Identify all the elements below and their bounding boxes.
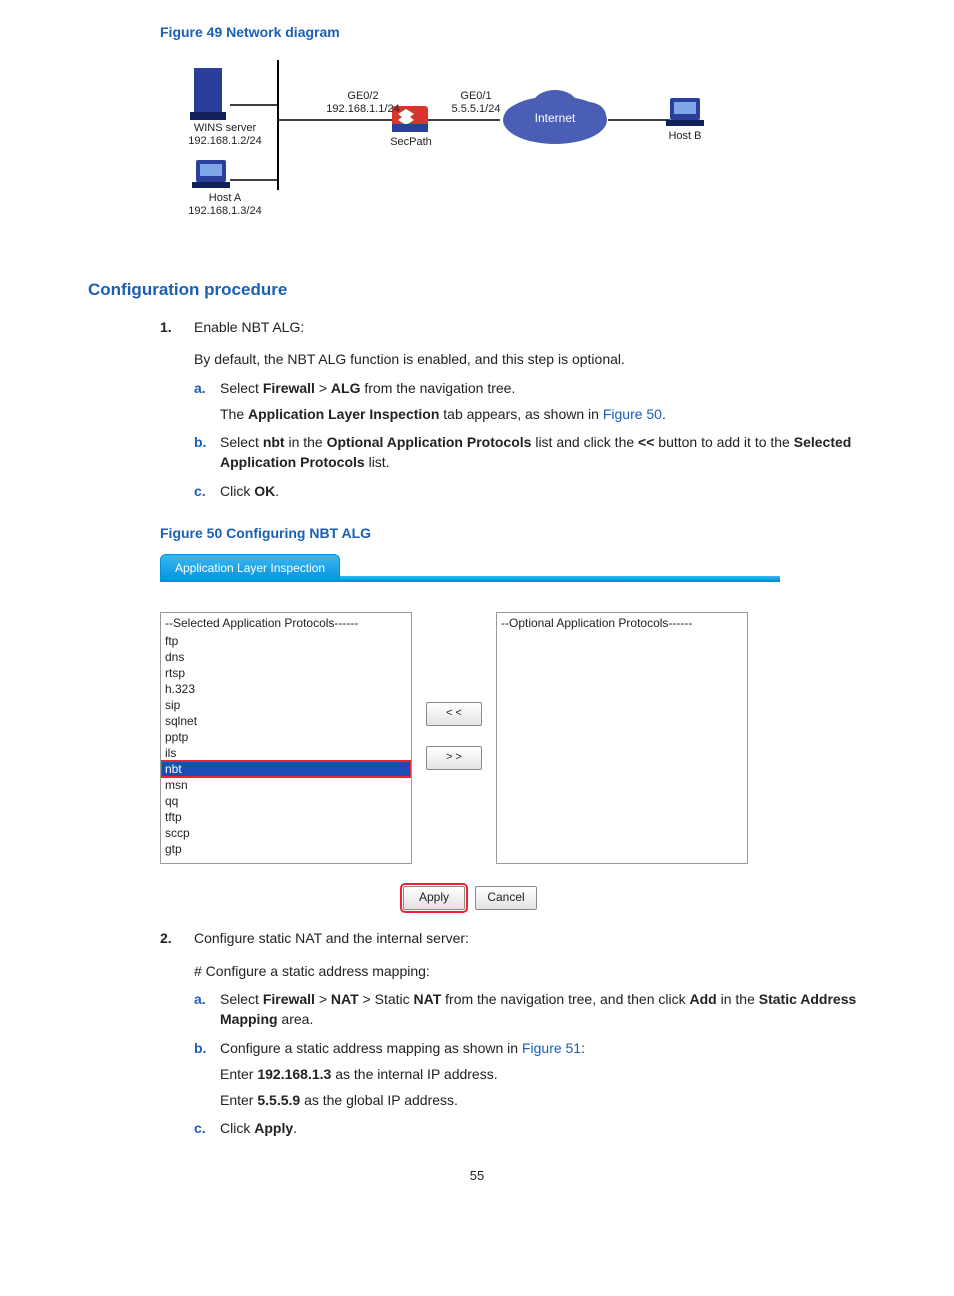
step-2b: b. Configure a static address mapping as…: [194, 1038, 866, 1111]
step-1a-text: Select: [220, 380, 263, 396]
secpath-label: SecPath: [386, 136, 436, 149]
protocol-item-qq[interactable]: qq: [161, 793, 411, 809]
optional-protocols-listbox[interactable]: --Optional Application Protocols------: [496, 612, 748, 864]
selected-protocols-listbox[interactable]: --Selected Application Protocols------ f…: [160, 612, 412, 864]
protocol-item-sccp[interactable]: sccp: [161, 825, 411, 841]
tab-application-layer-inspection[interactable]: Application Layer Inspection: [160, 554, 340, 582]
figure-50-caption: Figure 50 Configuring NBT ALG: [160, 523, 866, 543]
alg-bold: ALG: [331, 380, 361, 396]
host-b-icon: [666, 98, 704, 126]
alg-configuration-panel: Application Layer Inspection --Selected …: [160, 553, 780, 910]
figure-50-link[interactable]: Figure 50: [603, 406, 662, 422]
selected-protocols-header: --Selected Application Protocols------: [161, 613, 411, 632]
protocol-item-dns[interactable]: dns: [161, 649, 411, 665]
protocol-item-msn[interactable]: msn: [161, 777, 411, 793]
step-1a-tail: from the navigation tree.: [360, 380, 515, 396]
wins-server-label: WINS server 192.168.1.2/24: [170, 122, 280, 147]
gt-sep: >: [315, 380, 331, 396]
figure-49-caption: Figure 49 Network diagram: [160, 22, 866, 42]
tab-bar: Application Layer Inspection: [160, 553, 780, 582]
figure-51-link[interactable]: Figure 51: [522, 1040, 581, 1056]
step-2a-marker: a.: [194, 989, 206, 1009]
step-2a: a. Select Firewall > NAT > Static NAT fr…: [194, 989, 866, 1030]
step-1c-marker: c.: [194, 481, 206, 501]
step-1: 1. Enable NBT ALG:: [160, 317, 866, 337]
step-2b-line3: Enter 5.5.5.9 as the global IP address.: [220, 1090, 866, 1110]
step-2b-line2: Enter 192.168.1.3 as the internal IP add…: [220, 1064, 866, 1084]
step-1a-marker: a.: [194, 378, 206, 398]
move-left-button[interactable]: < <: [426, 702, 482, 726]
protocol-item-pptp[interactable]: pptp: [161, 729, 411, 745]
wins-server-icon: [190, 68, 226, 120]
step-1b-marker: b.: [194, 432, 206, 452]
network-diagram: Internet WINS server 192.168.1.2/24 Host…: [160, 50, 720, 250]
step-1-text: Enable NBT ALG:: [194, 319, 304, 335]
step-2b-marker: b.: [194, 1038, 206, 1058]
step-2-marker: 2.: [160, 928, 172, 948]
host-a-icon: [192, 160, 230, 188]
protocol-item-sip[interactable]: sip: [161, 697, 411, 713]
firewall-bold: Firewall: [263, 380, 315, 396]
step-2c-marker: c.: [194, 1118, 206, 1138]
protocol-item-h323[interactable]: h.323: [161, 681, 411, 697]
move-right-button[interactable]: > >: [426, 746, 482, 770]
ge02-label: GE0/2 192.168.1.1/24: [318, 90, 408, 115]
step-2: 2. Configure static NAT and the internal…: [160, 928, 866, 948]
step-2-note: # Configure a static address mapping:: [194, 961, 866, 981]
host-a-label: Host A 192.168.1.3/24: [178, 192, 272, 217]
protocol-item-ils[interactable]: ils: [161, 745, 411, 761]
step-2c: c. Click Apply.: [194, 1118, 866, 1138]
cancel-button[interactable]: Cancel: [475, 886, 537, 910]
step-1a: a. Select Firewall > ALG from the naviga…: [194, 378, 866, 425]
apply-button[interactable]: Apply: [403, 886, 465, 910]
protocol-item-sqlnet[interactable]: sqlnet: [161, 713, 411, 729]
ge01-label: GE0/1 5.5.5.1/24: [436, 90, 516, 115]
protocol-item-nbt[interactable]: nbt: [161, 761, 411, 777]
protocol-item-rtsp[interactable]: rtsp: [161, 665, 411, 681]
protocol-item-ftp[interactable]: ftp: [161, 633, 411, 649]
step-1c: c. Click OK.: [194, 481, 866, 501]
protocol-item-gtp[interactable]: gtp: [161, 841, 411, 857]
internet-label: Internet: [535, 112, 576, 126]
step-1-marker: 1.: [160, 317, 172, 337]
step-1-note: By default, the NBT ALG function is enab…: [194, 349, 866, 369]
diagram-svg: [160, 50, 720, 250]
protocol-item-tftp[interactable]: tftp: [161, 809, 411, 825]
host-b-label: Host B: [660, 130, 710, 143]
optional-protocols-header: --Optional Application Protocols------: [497, 613, 747, 632]
page-number: 55: [88, 1167, 866, 1186]
configuration-procedure-heading: Configuration procedure: [88, 278, 866, 303]
step-1b: b. Select nbt in the Optional Applicatio…: [194, 432, 866, 473]
step-1a-line2: The Application Layer Inspection tab app…: [220, 404, 866, 424]
step-2-text: Configure static NAT and the internal se…: [194, 930, 469, 946]
